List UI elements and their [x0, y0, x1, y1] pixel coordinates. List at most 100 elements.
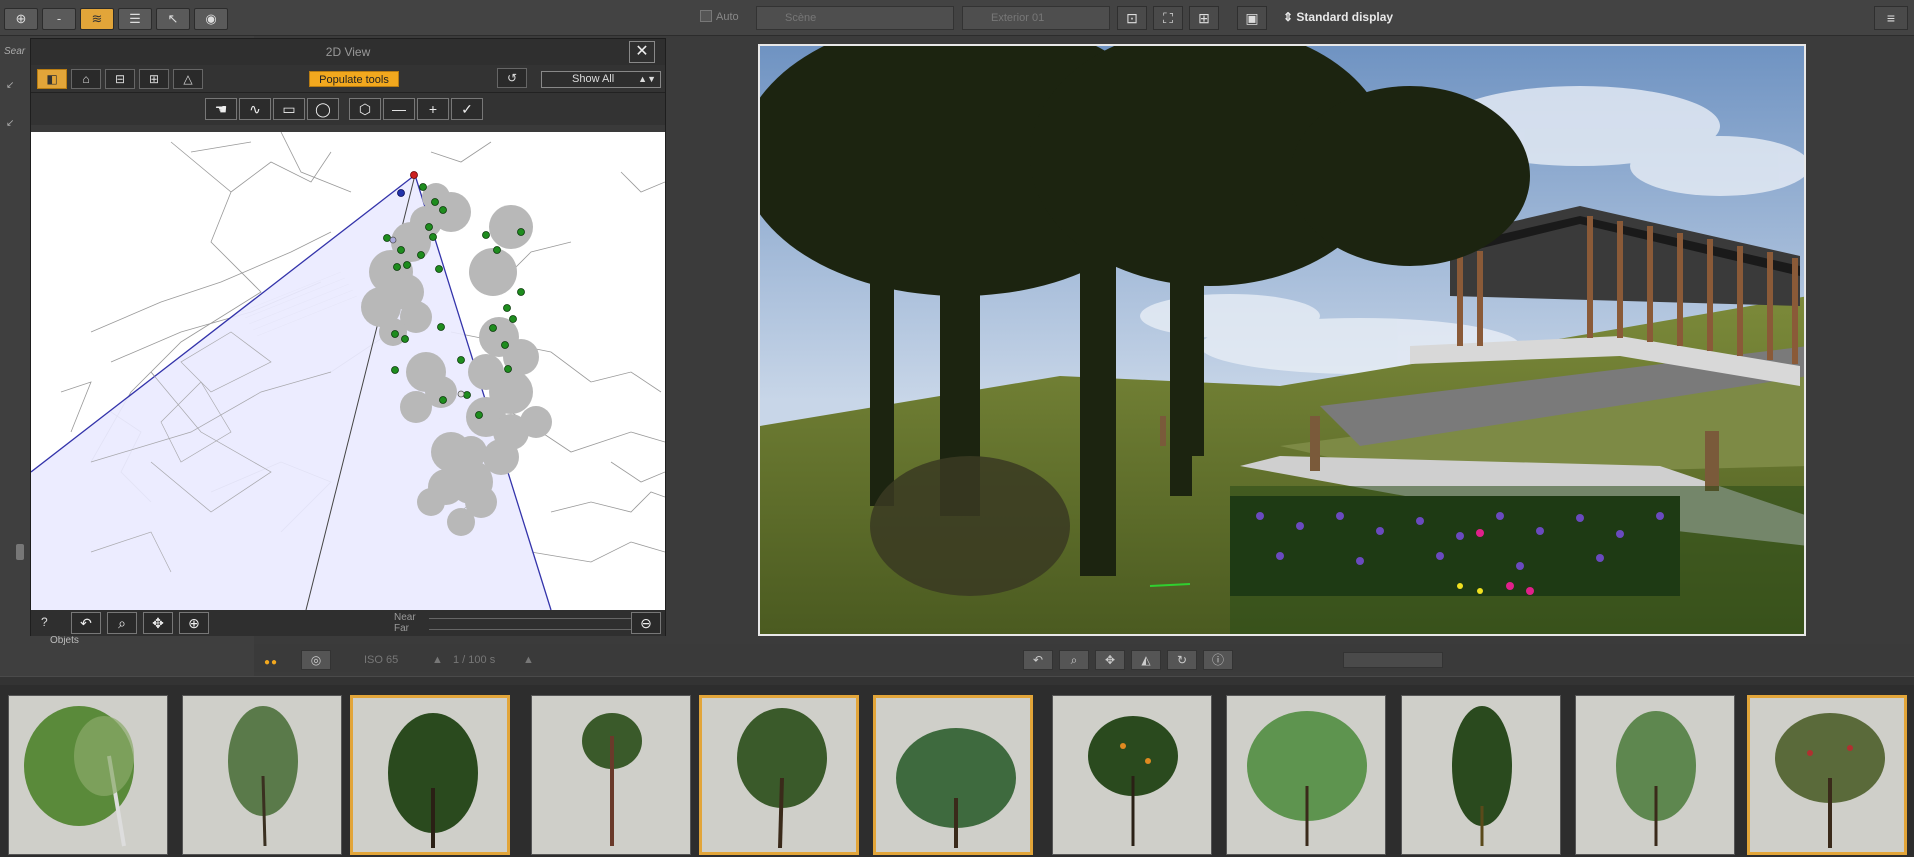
camera-select[interactable]: Exterior 01: [962, 6, 1110, 30]
camera-position-dot[interactable]: [410, 171, 418, 179]
collapse-icon[interactable]: ↙: [6, 118, 14, 129]
control-point-dot[interactable]: [457, 390, 465, 398]
pointer-icon[interactable]: ↖: [156, 8, 190, 30]
tree-ash-icon: [183, 696, 341, 854]
check-icon[interactable]: ✓: [451, 98, 483, 120]
dots-icon: ●●: [264, 657, 279, 668]
layers-add-icon[interactable]: ⊕: [4, 8, 38, 30]
tree-cedar-icon: [876, 698, 1030, 852]
display-mode-icon[interactable]: ▣: [1237, 6, 1267, 30]
zoom-view-icon[interactable]: ⌕: [1059, 650, 1089, 670]
library-item[interactable]: [531, 695, 691, 855]
tree-orange-icon: [1053, 696, 1211, 854]
pan-view-icon[interactable]: ✥: [1095, 650, 1125, 670]
settings-icon[interactable]: ≡: [1874, 6, 1908, 30]
flower-bed: [1230, 496, 1680, 596]
pan-icon[interactable]: ✥: [143, 612, 173, 634]
library-item[interactable]: [699, 695, 859, 855]
shutter-value[interactable]: 1 / 100 s: [453, 654, 495, 666]
display-mode-label: Standard display: [1296, 10, 1394, 24]
tree-library: [0, 685, 1914, 857]
view-resize-icon[interactable]: ⊞: [1189, 6, 1219, 30]
layers-icon[interactable]: ≋: [80, 8, 114, 30]
plan-view-icon[interactable]: ◧: [37, 69, 67, 89]
scene-select[interactable]: Scène: [756, 6, 954, 30]
fit-view-icon[interactable]: ⊕: [179, 612, 209, 634]
orbit-icon[interactable]: ↻: [1167, 650, 1197, 670]
walk-icon[interactable]: ◭: [1131, 650, 1161, 670]
building-icon[interactable]: ⊟: [105, 69, 135, 89]
objects-label: Objets: [50, 635, 79, 646]
curve-icon[interactable]: ∿: [239, 98, 271, 120]
populate-tools-button[interactable]: Populate tools: [309, 71, 399, 87]
far-slider[interactable]: [429, 629, 637, 630]
library-item[interactable]: [8, 695, 168, 855]
cube-icon[interactable]: ⬡: [349, 98, 381, 120]
display-mode-select[interactable]: ⇕ Standard display: [1283, 10, 1393, 24]
view-fit-icon[interactable]: ⊡: [1117, 6, 1147, 30]
eye-icon[interactable]: ◉: [194, 8, 228, 30]
iso-value[interactable]: ISO 65: [364, 654, 398, 666]
minus-icon[interactable]: —: [383, 98, 415, 120]
auto-label: Auto: [716, 11, 739, 23]
library-item[interactable]: [182, 695, 342, 855]
tree-birch-icon: [9, 696, 167, 854]
library-item[interactable]: [1052, 695, 1212, 855]
library-item[interactable]: [1226, 695, 1386, 855]
rotate-icon[interactable]: ↺: [497, 68, 527, 88]
library-item[interactable]: [873, 695, 1033, 855]
tree-linden-icon: [1576, 696, 1734, 854]
undo-view-icon[interactable]: ↶: [1023, 650, 1053, 670]
plus-icon[interactable]: +: [417, 98, 449, 120]
plan-canvas[interactable]: [31, 132, 665, 610]
house-icon[interactable]: ⌂: [71, 69, 101, 89]
show-all-label: Show All: [572, 73, 615, 85]
library-item[interactable]: [350, 695, 510, 855]
view-slider[interactable]: [1343, 652, 1443, 668]
panel-handle[interactable]: [16, 544, 24, 560]
rectangle-icon[interactable]: ▭: [273, 98, 305, 120]
tree-elm-icon: [702, 698, 856, 852]
tree-oak-icon: [353, 698, 507, 852]
tree-cypress-icon: [1402, 696, 1560, 854]
tree-apple-icon: [1750, 698, 1904, 852]
show-all-select[interactable]: Show All ▲▼: [541, 71, 661, 88]
checkbox-box: [700, 10, 712, 22]
control-point-dot[interactable]: [389, 236, 397, 244]
expand-icon[interactable]: ↙: [6, 80, 14, 91]
far-label: Far: [394, 623, 409, 634]
auto-checkbox[interactable]: Auto: [700, 10, 739, 23]
window-title: 2D View: [325, 45, 371, 59]
roof-icon[interactable]: △: [173, 69, 203, 89]
minus-button[interactable]: -: [42, 8, 76, 30]
undo-icon[interactable]: ↶: [71, 612, 101, 634]
2d-view-window: 2D View ✕ ◧ ⌂ ⊟ ⊞ △ Populate tools ↺ Sho…: [30, 38, 666, 636]
help-button[interactable]: ?: [41, 615, 48, 629]
shutter-arrow-icon[interactable]: ▲: [523, 654, 534, 666]
near-slider[interactable]: [429, 618, 637, 619]
hand-icon[interactable]: ☚: [205, 98, 237, 120]
fullscreen-icon[interactable]: ⛶: [1153, 6, 1183, 30]
window-toolbar: ◧ ⌂ ⊟ ⊞ △ Populate tools ↺ Show All ▲▼: [31, 65, 665, 93]
info-icon[interactable]: ⓘ: [1203, 650, 1233, 670]
library-item[interactable]: [1401, 695, 1561, 855]
close-button[interactable]: ✕: [629, 41, 655, 63]
tree-pine-icon: [532, 696, 690, 854]
clip-toggle-icon[interactable]: ⊖: [631, 612, 661, 634]
floor-icon[interactable]: ⊞: [139, 69, 169, 89]
zoom-icon[interactable]: ⌕: [107, 612, 137, 634]
camera-target-dot[interactable]: [397, 189, 405, 197]
plan-drawing: [31, 132, 665, 610]
shrub: [870, 456, 1070, 596]
library-item[interactable]: [1575, 695, 1735, 855]
window-titlebar[interactable]: 2D View ✕: [31, 39, 665, 65]
search-field[interactable]: Sear: [4, 46, 25, 57]
ellipse-icon[interactable]: ◯: [307, 98, 339, 120]
list-icon[interactable]: ☰: [118, 8, 152, 30]
library-item[interactable]: [1747, 695, 1907, 855]
iso-arrow-icon[interactable]: ▲: [432, 654, 443, 666]
render-scene: [760, 46, 1804, 634]
aperture-icon[interactable]: ◎: [301, 650, 331, 670]
render-viewport[interactable]: [758, 44, 1806, 636]
library-splitter[interactable]: [0, 676, 1914, 685]
